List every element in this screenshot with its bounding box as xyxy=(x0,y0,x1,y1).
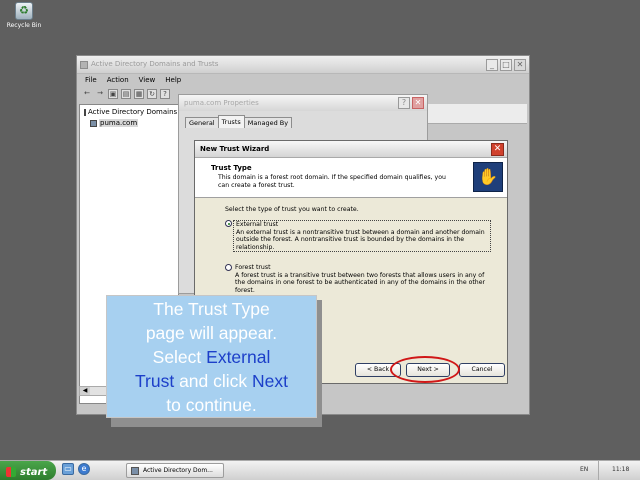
show-desktop-icon[interactable]: ▭ xyxy=(62,463,74,475)
callout-highlight: External xyxy=(206,347,271,367)
show-tree-icon[interactable]: ▤ xyxy=(121,88,131,99)
callout-line: page will appear. xyxy=(145,323,278,343)
page-title: Trust Type xyxy=(211,164,252,172)
minimize-button[interactable]: _ xyxy=(486,59,498,71)
taskbar-item-mmc[interactable]: Active Directory Dom... xyxy=(126,463,224,478)
recycle-bin-label: Recycle Bin xyxy=(6,22,42,29)
start-button[interactable]: start xyxy=(0,461,56,480)
callout-highlight: Trust xyxy=(134,371,175,391)
external-trust-label: External trust xyxy=(236,221,279,228)
menu-view[interactable]: View xyxy=(139,76,156,86)
wizard-body: Select the type of trust you want to cre… xyxy=(195,198,507,294)
tree-item-label: puma.com xyxy=(99,119,139,127)
domains-trusts-icon xyxy=(80,61,88,69)
properties-title: puma.com Properties xyxy=(184,99,259,107)
taskbar xyxy=(0,460,640,480)
back-arrow-icon[interactable]: ← xyxy=(82,89,92,99)
taskbar-item-label: Active Directory Dom... xyxy=(143,467,213,474)
trust-type-prompt: Select the type of trust you want to cre… xyxy=(225,206,359,213)
up-folder-icon[interactable]: ▣ xyxy=(108,88,118,99)
forest-trust-option[interactable]: Forest trust A forest trust is a transit… xyxy=(225,264,507,294)
external-trust-radio[interactable] xyxy=(225,220,232,227)
menu-file[interactable]: File xyxy=(85,76,97,86)
external-trust-focus: External trust An external trust is a no… xyxy=(233,220,491,252)
callout-line: Select External xyxy=(152,347,271,367)
tab-general[interactable]: General xyxy=(185,117,219,128)
mmc-titlebar[interactable]: Active Directory Domains and Trusts _ □ … xyxy=(77,56,529,74)
close-button[interactable]: ✕ xyxy=(491,143,504,156)
quick-launch: ▭ e xyxy=(62,463,90,475)
close-button[interactable]: ✕ xyxy=(412,97,424,109)
forest-trust-label: Forest trust xyxy=(235,264,271,271)
callout-highlight: Next xyxy=(252,371,288,391)
instruction-callout: The Trust Type page will appear. Select … xyxy=(106,295,317,418)
menu-action[interactable]: Action xyxy=(107,76,129,86)
external-trust-desc: An external trust is a nontransitive tru… xyxy=(236,228,485,251)
domains-trusts-icon xyxy=(84,108,86,116)
tab-managed-by[interactable]: Managed By xyxy=(243,117,293,128)
forest-trust-radio[interactable] xyxy=(225,264,232,271)
wizard-titlebar[interactable]: New Trust Wizard ✕ xyxy=(195,141,507,158)
callout-line: Trust and click Next xyxy=(134,371,288,391)
help-icon[interactable]: ? xyxy=(160,88,170,99)
recycle-bin-icon[interactable]: ♻ xyxy=(15,2,33,20)
properties-titlebar[interactable]: puma.com Properties ? ✕ xyxy=(179,95,427,111)
wizard-header: Trust Type This domain is a forest root … xyxy=(195,158,507,198)
page-description: This domain is a forest root domain. If … xyxy=(218,174,446,189)
menu-help[interactable]: Help xyxy=(165,76,181,86)
next-button-highlight xyxy=(390,356,460,383)
menu-bar: File Action View Help xyxy=(77,74,529,86)
close-button[interactable]: ✕ xyxy=(514,59,526,71)
mmc-title: Active Directory Domains and Trusts xyxy=(91,60,219,68)
trust-handshake-icon: ✋ xyxy=(473,162,503,192)
tab-trusts[interactable]: Trusts xyxy=(217,115,245,128)
tree-item-puma[interactable]: puma.com xyxy=(80,116,178,127)
clock[interactable]: 11:18 xyxy=(612,466,629,473)
callout-line: The Trust Type xyxy=(153,299,270,319)
wizard-title: New Trust Wizard xyxy=(200,145,270,153)
cancel-button[interactable]: Cancel xyxy=(459,363,505,377)
tree-root[interactable]: Active Directory Domains and Trusts xyxy=(80,105,215,116)
start-label: start xyxy=(20,466,48,478)
forward-arrow-icon[interactable]: → xyxy=(95,89,105,99)
recycle-bin[interactable]: ♻ Recycle Bin xyxy=(4,2,44,29)
external-trust-option[interactable]: External trust An external trust is a no… xyxy=(225,220,507,252)
forest-trust-desc: A forest trust is a transitive trust bet… xyxy=(235,271,486,294)
domains-trusts-icon xyxy=(131,467,139,475)
refresh-icon[interactable]: ↻ xyxy=(147,88,157,99)
maximize-button[interactable]: □ xyxy=(500,59,512,71)
windows-flag-icon xyxy=(6,467,16,477)
scroll-left-icon[interactable]: ◀ xyxy=(80,387,90,395)
internet-explorer-icon[interactable]: e xyxy=(78,463,90,475)
help-button[interactable]: ? xyxy=(398,97,410,109)
callout-line: to continue. xyxy=(166,395,257,415)
language-indicator[interactable]: EN xyxy=(580,466,588,473)
properties-icon[interactable]: ▦ xyxy=(134,88,144,99)
tray-divider xyxy=(598,461,599,480)
domain-icon xyxy=(90,119,97,127)
properties-tabs: General Trusts Managed By xyxy=(185,115,293,128)
